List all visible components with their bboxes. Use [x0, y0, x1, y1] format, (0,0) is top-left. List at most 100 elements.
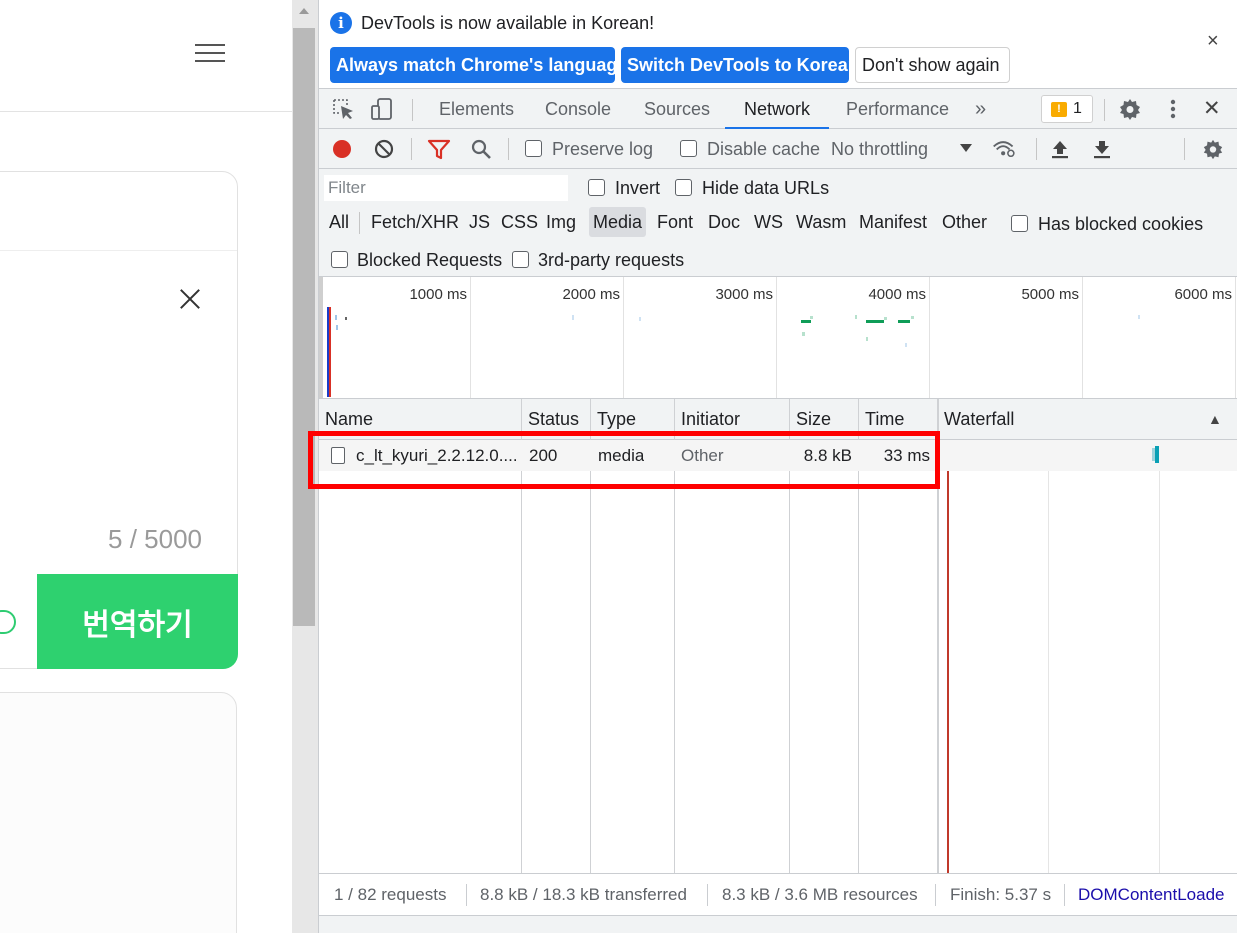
invert-checkbox[interactable] [588, 179, 605, 196]
tabbar-divider [412, 99, 413, 121]
console-drawer[interactable] [319, 915, 1237, 933]
table-header: Name Status Type Initiator Size Time Wat… [319, 399, 1237, 440]
dont-show-again-button[interactable]: Don't show again [855, 47, 1010, 83]
type-divider [359, 212, 360, 234]
page-scrollbar[interactable] [292, 0, 318, 933]
more-options-icon[interactable] [1160, 97, 1186, 121]
tab-elements[interactable]: Elements [439, 89, 514, 129]
device-toolbar-icon[interactable] [369, 97, 395, 121]
requests-table: Name Status Type Initiator Size Time Wat… [319, 399, 1237, 873]
third-party-checkbox[interactable] [512, 251, 529, 268]
tab-performance[interactable]: Performance [846, 89, 949, 129]
preserve-log-checkbox[interactable] [525, 140, 542, 157]
record-icon[interactable] [330, 138, 354, 160]
column-header-type[interactable]: Type [591, 399, 636, 439]
search-icon[interactable] [469, 138, 493, 160]
type-filter-ws[interactable]: WS [750, 207, 787, 237]
type-filter-manifest[interactable]: Manifest [855, 207, 931, 237]
devtools-panel: i DevTools is now available in Korean! ×… [318, 0, 1237, 933]
export-har-icon[interactable] [1090, 138, 1114, 160]
info-icon: i [330, 12, 352, 34]
issues-badge[interactable]: ! 1 [1041, 95, 1093, 123]
menu-icon[interactable] [193, 41, 227, 65]
row-initiator: Other [681, 446, 724, 465]
type-filter-img[interactable]: Img [542, 207, 580, 237]
header-divider [0, 111, 292, 112]
type-filter-css[interactable]: CSS [497, 207, 542, 237]
network-toolbar: Preserve log Disable cache No throttling [319, 129, 1237, 169]
dom-content-loaded-time: DOMContentLoade [1078, 885, 1225, 904]
switch-to-korean-button[interactable]: Switch DevTools to Korean [621, 47, 859, 83]
language-infobar: i DevTools is now available in Korean! ×… [319, 0, 1237, 88]
column-header-status[interactable]: Status [522, 399, 579, 439]
status-divider [1064, 884, 1065, 906]
preserve-log-label: Preserve log [552, 139, 654, 159]
network-conditions-icon[interactable] [992, 138, 1016, 160]
result-text-card [0, 692, 237, 933]
tab-sources[interactable]: Sources [644, 89, 710, 129]
hide-data-urls-label: Hide data URLs [702, 178, 830, 198]
type-filter-js[interactable]: JS [465, 207, 494, 237]
import-har-icon[interactable] [1048, 138, 1072, 160]
load-event-line [947, 440, 949, 873]
column-header-name[interactable]: Name [319, 399, 373, 439]
finish-time: Finish: 5.37 s [950, 885, 1052, 904]
scrollbar-thumb[interactable] [293, 28, 315, 626]
hide-data-urls-checkbox[interactable] [675, 179, 692, 196]
tabbar-divider [1104, 99, 1105, 121]
inspect-element-icon[interactable] [331, 97, 357, 121]
network-settings-icon[interactable] [1201, 138, 1225, 160]
waterfall-gridline [1048, 440, 1049, 873]
row-time: 33 ms [883, 446, 930, 465]
scroll-up-icon[interactable] [299, 8, 309, 14]
waterfall-gridline [1159, 440, 1160, 873]
disable-cache-checkbox[interactable] [680, 140, 697, 157]
type-filter-fetch-xhr[interactable]: Fetch/XHR [367, 207, 463, 237]
column-header-time[interactable]: Time [859, 399, 904, 439]
waterfall-bar [1155, 446, 1159, 463]
type-filter-wasm[interactable]: Wasm [792, 207, 850, 237]
filter-input[interactable] [324, 175, 568, 201]
file-icon [331, 447, 345, 464]
translator-page: 5 / 5000 번역하기 [0, 0, 292, 933]
close-icon[interactable]: × [1207, 30, 1219, 53]
filter-icon[interactable] [427, 138, 451, 160]
status-divider [935, 884, 936, 906]
has-blocked-cookies-checkbox[interactable] [1011, 215, 1028, 232]
translate-button[interactable]: 번역하기 [37, 574, 238, 669]
status-divider [466, 884, 467, 906]
tab-network[interactable]: Network [725, 89, 829, 129]
close-devtools-icon[interactable]: ✕ [1203, 89, 1221, 129]
network-filter-bar: Invert Hide data URLs All Fetch/XHR JS C… [319, 169, 1237, 277]
throttling-select[interactable]: No throttling [831, 139, 928, 160]
column-header-initiator[interactable]: Initiator [675, 399, 740, 439]
transferred-size: 8.8 kB / 18.3 kB transferred [480, 885, 687, 904]
network-overview[interactable]: 1000 ms 2000 ms 3000 ms 4000 ms 5000 ms … [319, 277, 1237, 399]
more-tabs-icon[interactable]: » [975, 89, 986, 129]
invert-label: Invert [615, 178, 661, 198]
type-filter-doc[interactable]: Doc [704, 207, 744, 237]
type-filter-font[interactable]: Font [653, 207, 697, 237]
blocked-requests-checkbox[interactable] [331, 251, 348, 268]
column-header-waterfall[interactable]: Waterfall [938, 399, 1014, 439]
toolbar-divider [1184, 138, 1185, 160]
type-filter-media[interactable]: Media [589, 207, 647, 237]
column-header-size[interactable]: Size [790, 399, 831, 439]
settings-gear-icon[interactable] [1117, 97, 1143, 121]
sort-ascending-icon[interactable]: ▲ [1202, 399, 1222, 439]
row-status: 200 [529, 446, 558, 465]
status-divider [707, 884, 708, 906]
clear-text-icon[interactable] [177, 286, 203, 312]
type-filter-other[interactable]: Other [938, 207, 991, 237]
always-match-language-button[interactable]: Always match Chrome's language [330, 47, 627, 83]
chevron-down-icon[interactable] [959, 142, 973, 154]
tab-console[interactable]: Console [545, 89, 611, 129]
overview-activity-marks [319, 277, 1140, 398]
toolbar-divider [1036, 138, 1037, 160]
type-filter-all[interactable]: All [325, 207, 353, 237]
third-party-label: 3rd-party requests [538, 250, 685, 270]
table-row[interactable]: c_lt_kyuri_2.2.12.0.... 200 media Other … [319, 440, 1237, 471]
blocked-requests-label: Blocked Requests [357, 250, 503, 270]
clear-log-icon[interactable] [372, 138, 396, 160]
has-blocked-cookies-label: Has blocked cookies [1038, 214, 1204, 234]
